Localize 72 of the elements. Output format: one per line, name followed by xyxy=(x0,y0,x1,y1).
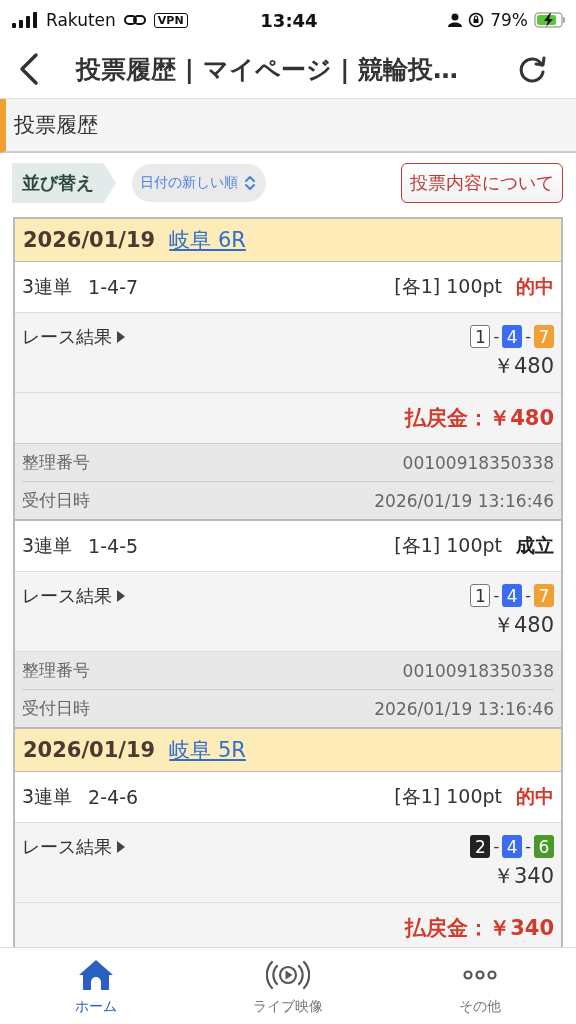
race-result-link[interactable]: レース結果 xyxy=(22,835,126,859)
bet-stake: [各1] 100pt xyxy=(394,533,502,558)
carrier-name: Rakuten xyxy=(46,10,116,30)
bike-number: 4 xyxy=(502,835,523,858)
bet-status: 的中 xyxy=(516,784,554,809)
race-date: 2026/01/19 xyxy=(23,228,156,252)
bike-number: 4 xyxy=(502,325,523,348)
bet-stake: [各1] 100pt xyxy=(394,274,502,299)
section-title: 投票履歴 xyxy=(14,112,98,139)
separator: - xyxy=(525,586,531,605)
separator: - xyxy=(493,837,500,856)
triangle-right-icon xyxy=(116,840,126,854)
separator: - xyxy=(493,586,500,605)
bet-type: 3連単 xyxy=(22,274,73,299)
bike-number: 7 xyxy=(534,584,554,607)
page-title: 投票履歴 | マイページ | 競輪投… xyxy=(76,53,460,86)
battery-percent: 79% xyxy=(490,10,528,30)
received-time: 2026/01/19 13:16:46 xyxy=(374,490,554,511)
bike-number: 4 xyxy=(502,584,523,607)
link-icon xyxy=(123,13,146,27)
home-icon xyxy=(78,958,114,992)
sort-label: 並び替え xyxy=(12,163,116,203)
signal-icon xyxy=(12,12,38,28)
triangle-right-icon xyxy=(116,589,126,603)
sort-dropdown[interactable]: 日付の新しい順 xyxy=(132,164,266,202)
triangle-right-icon xyxy=(116,330,126,344)
serial-label: 整理番号 xyxy=(22,451,90,474)
bike-number: 2 xyxy=(470,835,491,858)
received-time: 2026/01/19 13:16:46 xyxy=(374,698,554,719)
separator: - xyxy=(525,837,531,856)
payout-amount: 払戻金：￥340 xyxy=(405,915,554,942)
updown-icon xyxy=(244,175,256,191)
bike-number: 1 xyxy=(470,584,491,607)
status-time: 13:44 xyxy=(260,9,318,31)
rotation-lock-icon xyxy=(468,12,485,28)
received-label: 受付日時 xyxy=(22,489,90,512)
race-result-link[interactable]: レース結果 xyxy=(22,584,126,608)
back-icon[interactable] xyxy=(18,52,40,86)
race-date: 2026/01/19 xyxy=(23,738,156,762)
result-amount: ￥340 xyxy=(492,863,554,890)
separator: - xyxy=(493,327,500,346)
bet-type: 3連単 xyxy=(22,784,73,809)
bike-number: 1 xyxy=(470,325,491,348)
more-icon xyxy=(462,970,498,980)
bet-type: 3連単 xyxy=(22,533,73,558)
serial-number: 00100918350338 xyxy=(402,452,554,473)
serial-number: 00100918350338 xyxy=(402,660,554,681)
bet-numbers: 1-4-7 xyxy=(88,276,140,298)
tab-item[interactable]: その他 xyxy=(384,948,576,1024)
race-link[interactable]: 岐阜 6R xyxy=(169,226,246,254)
bet-status: 的中 xyxy=(516,274,554,299)
result-amount: ￥480 xyxy=(492,612,554,639)
race-link[interactable]: 岐阜 5R xyxy=(169,736,246,764)
vpn-badge: VPN xyxy=(153,12,188,28)
bet-numbers: 2-4-6 xyxy=(88,786,140,808)
broadcast-play-icon xyxy=(266,958,310,992)
bet-numbers: 1-4-5 xyxy=(88,535,140,557)
race-result-link[interactable]: レース結果 xyxy=(22,325,126,349)
received-label: 受付日時 xyxy=(22,697,90,720)
person-icon xyxy=(448,13,463,27)
separator: - xyxy=(525,327,531,346)
serial-label: 整理番号 xyxy=(22,659,90,682)
tab-item[interactable]: ライブ映像 xyxy=(192,948,384,1024)
bike-number: 6 xyxy=(534,835,554,858)
result-amount: ￥480 xyxy=(492,353,554,380)
about-button[interactable]: 投票内容について xyxy=(401,163,563,203)
bet-status: 成立 xyxy=(516,533,554,558)
bike-number: 7 xyxy=(534,325,554,348)
battery-icon xyxy=(534,12,566,28)
bet-stake: [各1] 100pt xyxy=(394,784,502,809)
tab-item[interactable]: ホーム xyxy=(0,948,192,1024)
payout-amount: 払戻金：￥480 xyxy=(405,405,554,432)
